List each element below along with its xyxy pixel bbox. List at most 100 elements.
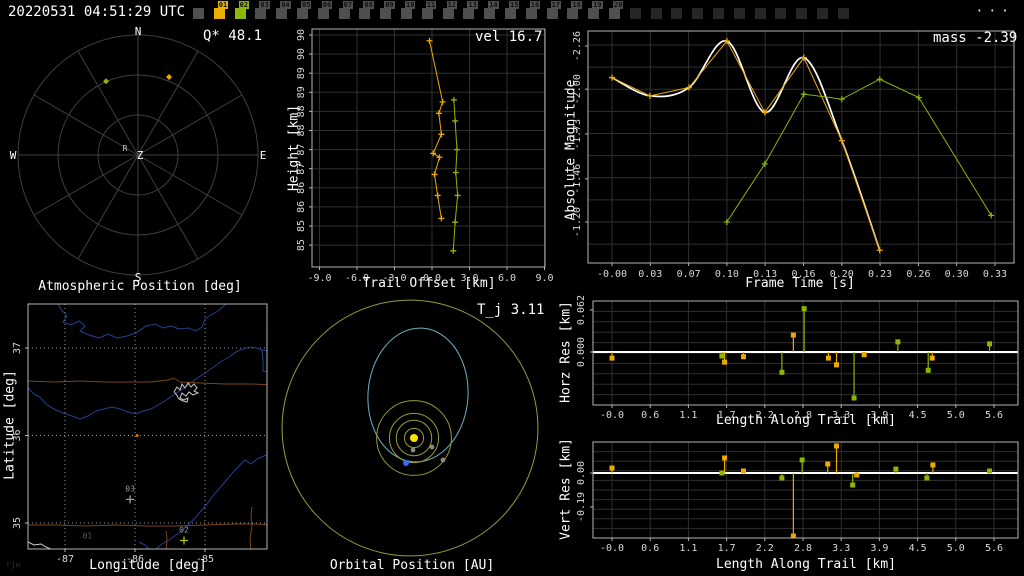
camera-slot-label: 05 bbox=[301, 1, 312, 9]
camera-slot-blank-27[interactable] bbox=[754, 8, 766, 19]
svg-text:-87: -87 bbox=[56, 554, 74, 565]
vert-xlabel: Length Along Trail [km] bbox=[715, 557, 897, 572]
camera-slot-14[interactable]: 14 bbox=[484, 1, 499, 19]
svg-text:6.0: 6.0 bbox=[498, 273, 516, 284]
camera-slot-13[interactable]: 13 bbox=[463, 1, 478, 19]
svg-text:0.000: 0.000 bbox=[576, 337, 587, 367]
atmospheric-position-plot: NSW EZR bbox=[10, 25, 267, 284]
svg-text:89: 89 bbox=[296, 67, 307, 79]
camera-slot-03[interactable]: 03 bbox=[255, 1, 270, 19]
svg-text:4.5: 4.5 bbox=[909, 410, 927, 421]
svg-text:0.07: 0.07 bbox=[677, 269, 701, 280]
camera-slot-blank-31[interactable] bbox=[837, 8, 849, 19]
camera-slot-label: 08 bbox=[363, 1, 374, 9]
camera-slot-blank-23[interactable] bbox=[671, 8, 683, 19]
camera-slot-blank-28[interactable] bbox=[775, 8, 787, 19]
horz-ylabel: Horz Res [km] bbox=[558, 301, 574, 403]
camera-slot-label: 12 bbox=[446, 1, 458, 9]
svg-text:R: R bbox=[123, 144, 128, 153]
svg-text:-0.0: -0.0 bbox=[600, 410, 624, 421]
svg-text:5.0: 5.0 bbox=[947, 410, 965, 421]
svg-text:1.1: 1.1 bbox=[679, 410, 697, 421]
trail-ylabel: Height [km] bbox=[286, 104, 302, 192]
svg-text:-0.0: -0.0 bbox=[600, 543, 624, 554]
trail-xlabel: Trail Offset [km] bbox=[362, 276, 496, 291]
svg-text:85: 85 bbox=[296, 220, 307, 232]
svg-text:37: 37 bbox=[12, 342, 23, 354]
svg-text:3.3: 3.3 bbox=[832, 543, 850, 554]
camera-slot-blank-29[interactable] bbox=[796, 8, 808, 19]
camera-slot-label: 10 bbox=[405, 1, 416, 9]
map-ylabel: Latitude [deg] bbox=[2, 370, 18, 480]
svg-text:N: N bbox=[135, 25, 142, 38]
camera-slot-blank-0[interactable] bbox=[193, 8, 204, 19]
camera-slot-18[interactable]: 18 bbox=[567, 1, 582, 19]
svg-text:5.0: 5.0 bbox=[947, 543, 965, 554]
svg-text:02: 02 bbox=[179, 526, 189, 535]
svg-text:85: 85 bbox=[296, 239, 307, 251]
mag-ylabel: Absolute Magnitude bbox=[563, 79, 579, 221]
svg-text:01: 01 bbox=[83, 532, 93, 541]
q-star-stat: Q* 48.1 bbox=[203, 28, 263, 44]
svg-text:0.00: 0.00 bbox=[576, 461, 587, 485]
camera-slot-19[interactable]: 19 bbox=[588, 1, 603, 19]
svg-text:90: 90 bbox=[296, 29, 307, 41]
camera-slot-09[interactable]: 09 bbox=[380, 1, 395, 19]
camera-slot-blank-26[interactable] bbox=[733, 8, 745, 19]
camera-slot-01[interactable]: 01 bbox=[213, 1, 229, 19]
camera-slot-10[interactable]: 10 bbox=[401, 1, 416, 19]
camera-slot-blank-22[interactable] bbox=[650, 8, 662, 19]
svg-text:0.33: 0.33 bbox=[983, 269, 1007, 280]
camera-slot-label: 19 bbox=[592, 1, 603, 9]
camera-slot-label: 09 bbox=[384, 1, 395, 9]
tisserand-stat: T_j 3.11 bbox=[477, 302, 545, 318]
svg-text:90: 90 bbox=[296, 48, 307, 60]
camera-slot-02[interactable]: 02 bbox=[234, 1, 250, 19]
svg-text:-0.00: -0.00 bbox=[597, 269, 627, 280]
svg-text:03: 03 bbox=[125, 484, 135, 493]
camera-slot-15[interactable]: 15 bbox=[505, 1, 520, 19]
camera-slot-17[interactable]: 17 bbox=[546, 1, 562, 19]
ground-map-plot: 030201-87 -86 -85373635 bbox=[12, 303, 268, 565]
camera-slot-label: 03 bbox=[259, 1, 270, 9]
camera-slot-blank-30[interactable] bbox=[817, 8, 828, 19]
svg-text:0.062: 0.062 bbox=[576, 295, 587, 325]
svg-text:0.6: 0.6 bbox=[641, 410, 659, 421]
velocity-stat: vel 16.7 bbox=[475, 29, 543, 45]
camera-slot-blank-25[interactable] bbox=[713, 8, 724, 19]
camera-slot-07[interactable]: 07 bbox=[338, 1, 354, 19]
camera-slot-blank-24[interactable] bbox=[692, 8, 704, 19]
meteor-dashboard: 20220531 04:51:29 UTC 01 02 03 04 05 06 07 08 09… bbox=[0, 0, 1024, 576]
camera-slot-05[interactable]: 05 bbox=[297, 1, 312, 19]
camera-slot-label: 16 bbox=[529, 1, 541, 9]
camera-slot-label: 20 bbox=[613, 1, 624, 9]
camera-slot-label: 11 bbox=[425, 1, 437, 9]
camera-slot-blank-21[interactable] bbox=[629, 8, 641, 19]
svg-text:0.26: 0.26 bbox=[906, 269, 930, 280]
svg-text:0.03: 0.03 bbox=[638, 269, 662, 280]
camera-slot-label: 02 bbox=[238, 1, 250, 9]
horz-xlabel: Length Along Trail [km] bbox=[715, 413, 897, 428]
svg-text:0.10: 0.10 bbox=[715, 269, 739, 280]
camera-slot-label: 06 bbox=[321, 1, 333, 9]
camera-slot-20[interactable]: 20 bbox=[609, 1, 624, 19]
atmos-title: Atmospheric Position [deg] bbox=[38, 279, 242, 294]
mass-stat: mass -2.39 bbox=[933, 30, 1018, 46]
camera-slot-06[interactable]: 06 bbox=[317, 1, 333, 19]
magnitude-plot: -0.00 0.03 0.07 0.10 0.13 0.16 0.20 0.23 0.26 0.3… bbox=[572, 30, 1015, 280]
svg-text:1.1: 1.1 bbox=[679, 543, 697, 554]
camera-slot-12[interactable]: 12 bbox=[442, 1, 458, 19]
svg-text:35: 35 bbox=[12, 517, 23, 529]
camera-slot-08[interactable]: 08 bbox=[359, 1, 374, 19]
camera-slot-04[interactable]: 04 bbox=[276, 1, 291, 19]
overflow-menu-icon[interactable]: ··· bbox=[976, 4, 1014, 19]
svg-text:0.23: 0.23 bbox=[868, 269, 892, 280]
camera-slot-label: 04 bbox=[280, 1, 291, 9]
camera-slot-16[interactable]: 16 bbox=[525, 1, 541, 19]
mag-xlabel: Frame Time [s] bbox=[745, 276, 855, 291]
trail-offset-plot: -9.0 -6.0 -3.0 0.0 3.0 6.0 9.09090898988888787… bbox=[296, 28, 554, 284]
orbital-position-plot bbox=[281, 299, 539, 557]
camera-slot-11[interactable]: 11 bbox=[421, 1, 437, 19]
svg-text:2.2: 2.2 bbox=[756, 543, 774, 554]
svg-text:89: 89 bbox=[296, 86, 307, 98]
